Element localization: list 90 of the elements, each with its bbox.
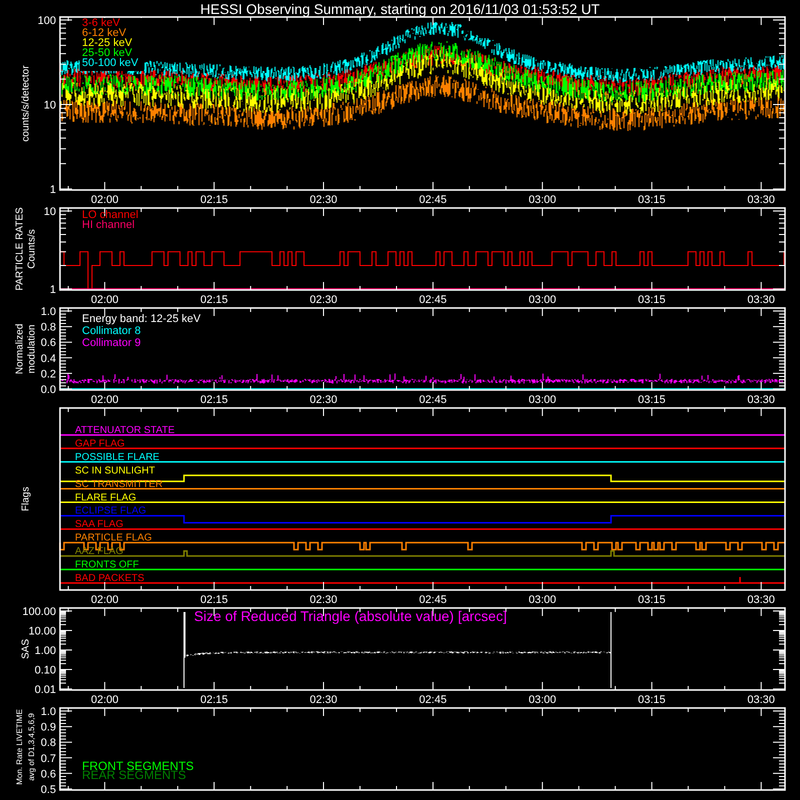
tick-label: 02:45	[419, 594, 447, 606]
tick-label: 03:00	[528, 594, 556, 606]
legend-label: Collimator 8	[82, 325, 141, 337]
legend-label: LO channel	[82, 209, 138, 221]
tick-label: 0.8	[40, 737, 56, 750]
tick-label: 100	[38, 15, 56, 27]
flag-label: POSSIBLE FLARE	[75, 452, 160, 463]
tick-label: 03:00	[528, 694, 556, 706]
tick-label: 03:00	[528, 394, 556, 406]
tick-label: 02:00	[90, 694, 118, 706]
tick-label: 02:15	[200, 694, 228, 706]
legend-label: 3-6 keV	[82, 17, 120, 29]
tick-label: 10	[44, 206, 56, 218]
tick-label: 02:00	[90, 394, 118, 406]
flag-label: FLARE FLAG	[75, 492, 136, 504]
axis-title: Counts/s	[26, 229, 38, 269]
tick-label: 02:45	[419, 194, 447, 206]
tick-label: 0.6	[40, 768, 56, 780]
tick-label: 02:15	[200, 294, 228, 306]
legend-label: Size of Reduced Triangle (absolute value) [arcsec]	[194, 608, 507, 624]
axis-title: modulation	[26, 324, 38, 374]
tick-label: 0.5	[40, 784, 56, 796]
flag-label: SC IN SUNLIGHT	[75, 465, 156, 476]
tick-label: 100.00	[22, 606, 56, 618]
tick-label: 03:30	[747, 594, 775, 606]
tick-label: 02:30	[310, 294, 338, 306]
axis-title: SAS	[20, 639, 32, 659]
tick-label: 02:15	[200, 394, 228, 406]
flag-label: SAA FLAG	[75, 519, 124, 530]
tick-label: 0.0	[40, 384, 56, 396]
tick-label: 0.01	[34, 684, 56, 696]
tick-label: 03:30	[747, 294, 775, 306]
legend-label: Collimator 9	[82, 337, 141, 349]
tick-label: 02:30	[310, 694, 338, 706]
tick-label: 1.0	[40, 306, 56, 318]
flag-label: AAZ FLAG	[75, 546, 124, 558]
flag-label: GAP FLAG	[75, 438, 125, 450]
chart-title: HESSI Observing Summary, starting on 2016/11/03 01:53:52 UT	[200, 1, 600, 17]
tick-label: 1.0	[40, 706, 56, 718]
tick-label: 03:15	[638, 294, 666, 306]
tick-label: 02:00	[90, 294, 118, 306]
tick-label: 02:30	[310, 394, 338, 406]
flag-label: ATTENUATOR STATE	[75, 425, 175, 436]
tick-label: 03:30	[747, 694, 775, 706]
axis-title: avg of D1,3,4,5,6,9	[27, 713, 36, 781]
legend-label: 6-12 keV	[82, 27, 126, 39]
legend-label: 25-50 keV	[82, 47, 132, 59]
tick-label: 10.00	[28, 626, 56, 638]
tick-label: 0.6	[40, 337, 56, 350]
tick-label: 0.8	[40, 322, 56, 334]
tick-label: 02:15	[200, 594, 228, 606]
tick-label: 0.9	[40, 722, 56, 734]
tick-label: 02:00	[90, 194, 118, 206]
tick-label: 1	[50, 184, 56, 196]
tick-label: 03:15	[638, 194, 666, 206]
flag-label: BAD PACKETS	[75, 572, 144, 584]
tick-label: 02:30	[310, 594, 338, 606]
tick-label: 03:15	[638, 694, 666, 706]
tick-label: 02:30	[310, 194, 338, 206]
tick-label: 1.00	[34, 645, 56, 657]
flag-label: FRONTS OFF	[75, 560, 139, 570]
flag-label: PARTICLE FLAG	[75, 532, 152, 544]
tick-label: 0.2	[40, 368, 56, 380]
axis-title: PARTICLE RATES	[14, 207, 26, 291]
tick-label: 02:45	[419, 394, 447, 406]
flag-label: ECLIPSE FLAG	[75, 506, 146, 517]
tick-label: 03:30	[747, 394, 775, 406]
tick-label: 03:15	[638, 594, 666, 606]
legend-label: 50-100 keV	[82, 57, 138, 69]
tick-label: 03:00	[528, 194, 556, 206]
tick-label: 10	[44, 100, 56, 112]
tick-label: 03:30	[747, 194, 775, 206]
tick-label: 0.7	[40, 752, 56, 765]
tick-label: 0.4	[40, 352, 56, 365]
tick-label: 0.10	[34, 664, 56, 676]
tick-label: 03:15	[638, 394, 666, 406]
tick-label: 1	[50, 284, 56, 296]
flag-label: SC TRANSMITTER	[75, 478, 163, 490]
tick-label: 02:45	[419, 694, 447, 706]
legend-label: 12-25 keV	[82, 37, 132, 49]
tick-label: 02:00	[90, 594, 118, 606]
tick-label: 02:15	[200, 194, 228, 206]
axis-title: Flags	[20, 486, 32, 512]
axis-title: counts/s/detector	[20, 65, 32, 142]
axis-title: Mon. Rate LIVETIME	[15, 709, 24, 785]
axis-title: Normalized	[14, 324, 26, 374]
legend-label: Energy band: 12-25 keV	[82, 313, 201, 325]
tick-label: 03:00	[528, 294, 556, 306]
legend-label: HI channel	[82, 219, 135, 231]
tick-label: 02:45	[419, 294, 447, 306]
